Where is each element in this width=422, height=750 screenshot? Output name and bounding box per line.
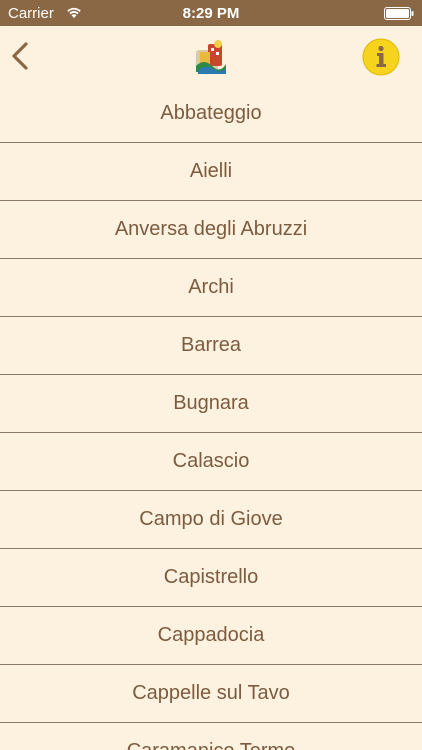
info-icon bbox=[362, 38, 400, 76]
list-item[interactable]: Campo di Giove bbox=[0, 491, 422, 549]
list-item[interactable]: Cappadocia bbox=[0, 607, 422, 665]
list-item[interactable]: Abbateggio bbox=[0, 85, 422, 143]
list-item[interactable]: Capistrello bbox=[0, 549, 422, 607]
list-item[interactable]: Archi bbox=[0, 259, 422, 317]
navigation-bar bbox=[0, 26, 422, 86]
list-item[interactable]: Anversa degli Abruzzi bbox=[0, 201, 422, 259]
status-time: 8:29 PM bbox=[182, 5, 240, 22]
list-item[interactable]: Caramanico Terme bbox=[0, 723, 422, 750]
status-bar: Carrier 8:29 PM bbox=[0, 0, 422, 26]
list-item[interactable]: Calascio bbox=[0, 433, 422, 491]
back-button[interactable] bbox=[6, 36, 36, 76]
list-item[interactable]: Bugnara bbox=[0, 375, 422, 433]
list-item[interactable]: Cappelle sul Tavo bbox=[0, 665, 422, 723]
chevron-left-icon bbox=[12, 42, 28, 70]
list-item[interactable]: Barrea bbox=[0, 317, 422, 375]
info-button[interactable] bbox=[362, 38, 400, 76]
app-logo-icon bbox=[196, 40, 226, 74]
battery-icon bbox=[384, 7, 414, 20]
list-item[interactable]: Aielli bbox=[0, 143, 422, 201]
town-list: Abbateggio Aielli Anversa degli Abruzzi … bbox=[0, 85, 422, 750]
